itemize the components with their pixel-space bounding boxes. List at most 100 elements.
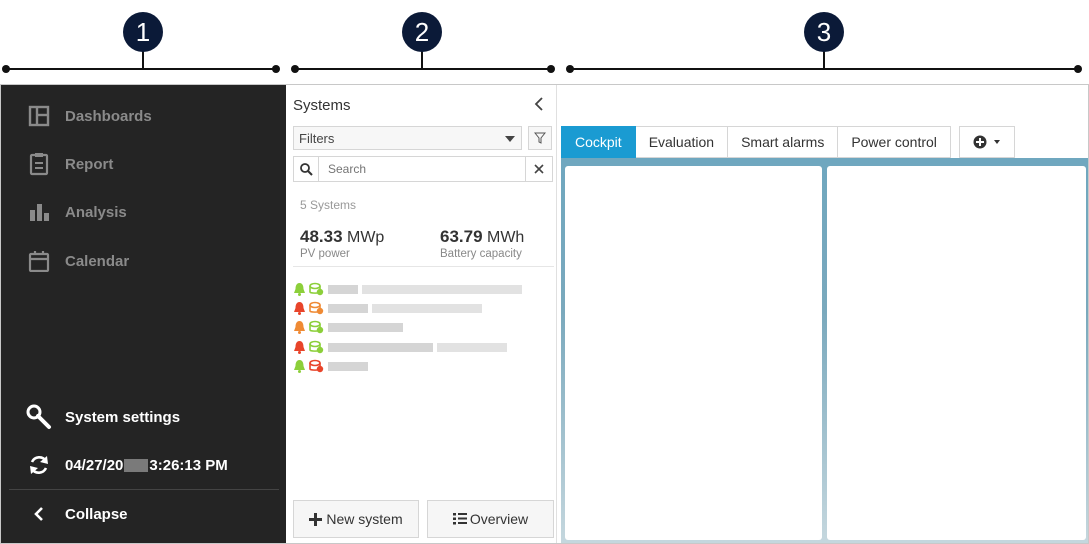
redacted-system-detail bbox=[437, 342, 507, 352]
view-tabs: Cockpit Evaluation Smart alarms Power co… bbox=[561, 126, 951, 158]
callout-1-marker: 1 bbox=[123, 12, 163, 52]
alarm-bell-icon bbox=[294, 283, 305, 296]
overview-button[interactable]: Overview bbox=[427, 500, 554, 538]
nav-item-label: Report bbox=[65, 155, 114, 173]
systems-title: Systems bbox=[293, 97, 351, 114]
close-icon bbox=[534, 164, 544, 174]
nav-item-label: Calendar bbox=[65, 252, 130, 270]
nav-refresh-timestamp[interactable]: 04/27/20 3:26:13 PM bbox=[25, 451, 228, 479]
battery-capacity-label: Battery capacity bbox=[440, 248, 522, 260]
filters-label: Filters bbox=[299, 130, 335, 146]
battery-capacity-stat: 63.79 MWh Battery capacity bbox=[440, 227, 524, 260]
redacted-system-name bbox=[328, 361, 368, 371]
callout-2-stem bbox=[421, 50, 423, 68]
battery-capacity-value: 63.79 bbox=[440, 227, 483, 246]
nav-item-calendar[interactable]: Calendar bbox=[25, 247, 129, 275]
alarm-bell-icon bbox=[294, 321, 305, 334]
callout-3-bracket-start bbox=[566, 65, 574, 73]
systems-count: 5 Systems bbox=[300, 198, 357, 212]
pv-power-unit: MWp bbox=[347, 229, 385, 246]
filter-button[interactable] bbox=[528, 126, 552, 150]
redacted-system-name bbox=[328, 322, 403, 332]
search-icon bbox=[294, 157, 319, 181]
plus-icon bbox=[309, 512, 323, 526]
bar-chart-icon bbox=[25, 198, 53, 226]
system-status-icon bbox=[309, 320, 324, 334]
tab-power-control[interactable]: Power control bbox=[838, 126, 951, 158]
search-box bbox=[293, 156, 553, 182]
redacted-system-name bbox=[328, 284, 358, 294]
redacted-system-name bbox=[328, 303, 368, 313]
callout-3-stem bbox=[823, 50, 825, 68]
system-status-icon bbox=[309, 301, 324, 315]
callout-1-bracket bbox=[5, 68, 275, 70]
system-list-item[interactable] bbox=[293, 357, 368, 375]
callout-3-bracket-end bbox=[1074, 65, 1082, 73]
callout-3-marker: 3 bbox=[804, 12, 844, 52]
callout-1-bracket-end bbox=[272, 65, 280, 73]
callout-2-bracket-end bbox=[547, 65, 555, 73]
new-system-label: New system bbox=[326, 511, 403, 527]
callout-1-bracket-start bbox=[2, 65, 10, 73]
callout-1-stem bbox=[142, 50, 144, 68]
callout-2-marker: 2 bbox=[402, 12, 442, 52]
alarm-bell-icon bbox=[294, 302, 305, 315]
sidebar-nav: Dashboards Report Analysis Calendar Syst… bbox=[1, 85, 286, 543]
nav-system-settings[interactable]: System settings bbox=[25, 403, 180, 431]
dashboard-widget-left bbox=[565, 166, 822, 540]
plus-circle-icon bbox=[973, 135, 987, 149]
dashboard-icon bbox=[25, 102, 53, 130]
wrench-icon bbox=[25, 403, 53, 431]
filters-dropdown[interactable]: Filters bbox=[293, 126, 522, 150]
nav-item-analysis[interactable]: Analysis bbox=[25, 198, 127, 226]
tab-evaluation[interactable]: Evaluation bbox=[635, 126, 729, 158]
tab-smart-alarms[interactable]: Smart alarms bbox=[728, 126, 839, 158]
collapse-panel-button[interactable] bbox=[533, 95, 545, 116]
system-settings-label: System settings bbox=[65, 408, 181, 426]
system-list-item[interactable] bbox=[293, 280, 522, 298]
systems-panel: Systems Filters 5 Systems 48.33 MWp PV p… bbox=[287, 85, 557, 543]
alarm-bell-icon bbox=[294, 341, 305, 354]
new-system-button[interactable]: New system bbox=[293, 500, 419, 538]
caret-down-icon bbox=[994, 140, 1000, 144]
system-list-item[interactable] bbox=[293, 318, 403, 336]
caret-down-icon bbox=[505, 136, 515, 142]
timestamp-date: 04/27/20 bbox=[65, 456, 124, 474]
pv-power-label: PV power bbox=[300, 248, 350, 260]
callout-2-bracket-start bbox=[291, 65, 299, 73]
calendar-icon bbox=[25, 247, 53, 275]
nav-item-dashboards[interactable]: Dashboards bbox=[25, 102, 152, 130]
tab-cockpit[interactable]: Cockpit bbox=[561, 126, 636, 158]
nav-divider bbox=[9, 489, 279, 490]
system-status-icon bbox=[309, 359, 324, 373]
nav-item-report[interactable]: Report bbox=[25, 150, 113, 178]
battery-capacity-unit: MWh bbox=[487, 229, 525, 246]
dashboard-content bbox=[561, 158, 1088, 543]
clear-search-button[interactable] bbox=[525, 157, 552, 181]
nav-item-label: Dashboards bbox=[65, 107, 152, 125]
divider bbox=[293, 266, 554, 267]
add-dashboard-button[interactable] bbox=[959, 126, 1015, 158]
redacted-system-detail bbox=[362, 284, 522, 294]
refresh-icon bbox=[25, 451, 53, 479]
funnel-icon bbox=[534, 132, 546, 144]
search-input[interactable] bbox=[326, 161, 520, 177]
pv-power-value: 48.33 bbox=[300, 227, 343, 246]
redacted-block bbox=[124, 458, 149, 472]
system-list-item[interactable] bbox=[293, 299, 482, 317]
system-status-icon bbox=[309, 282, 324, 296]
timestamp-time: 3:26:13 PM bbox=[149, 456, 228, 474]
nav-collapse[interactable]: Collapse bbox=[25, 500, 128, 528]
list-icon bbox=[452, 513, 467, 525]
dashboard-widget-right bbox=[827, 166, 1086, 540]
callout-3-bracket bbox=[569, 68, 1078, 70]
system-list-item[interactable] bbox=[293, 338, 507, 356]
callout-2-bracket bbox=[294, 68, 551, 70]
overview-label: Overview bbox=[469, 511, 529, 527]
redacted-system-name bbox=[328, 342, 433, 352]
pv-power-stat: 48.33 MWp PV power bbox=[300, 227, 384, 260]
collapse-label: Collapse bbox=[65, 505, 128, 523]
nav-item-label: Analysis bbox=[65, 203, 127, 221]
redacted-system-detail bbox=[372, 303, 482, 313]
alarm-bell-icon bbox=[294, 360, 305, 373]
